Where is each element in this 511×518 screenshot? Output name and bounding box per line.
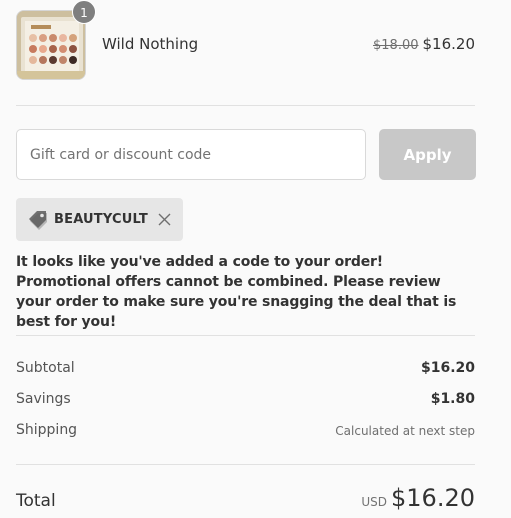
shipping-label: Shipping [16, 422, 78, 438]
subtotal-value: $16.20 [420, 360, 475, 376]
applied-code-label: BEAUTYCULT [54, 212, 148, 227]
total-amount: $16.20 [391, 484, 475, 512]
currency-code: USD [361, 495, 387, 509]
shipping-value: Calculated at next step [335, 424, 475, 438]
sale-price: $16.20 [422, 35, 476, 53]
apply-button[interactable]: Apply [379, 129, 476, 180]
divider [16, 335, 475, 336]
promo-warning-message: It looks like you've added a code to you… [16, 254, 457, 330]
subtotal-label: Subtotal [16, 360, 75, 376]
close-icon[interactable] [157, 212, 172, 227]
product-price: $18.00 $16.20 [373, 35, 475, 53]
total-label: Total [16, 491, 56, 511]
discount-code-input[interactable] [16, 129, 366, 180]
tag-icon [27, 209, 49, 231]
applied-discount-tag: BEAUTYCULT [16, 198, 183, 241]
savings-value: $1.80 [430, 391, 475, 407]
savings-label: Savings [16, 391, 71, 407]
divider [16, 464, 475, 465]
product-name: Wild Nothing [102, 35, 199, 53]
quantity-badge: 1 [72, 0, 96, 24]
divider [16, 105, 475, 106]
original-price: $18.00 [373, 38, 419, 53]
